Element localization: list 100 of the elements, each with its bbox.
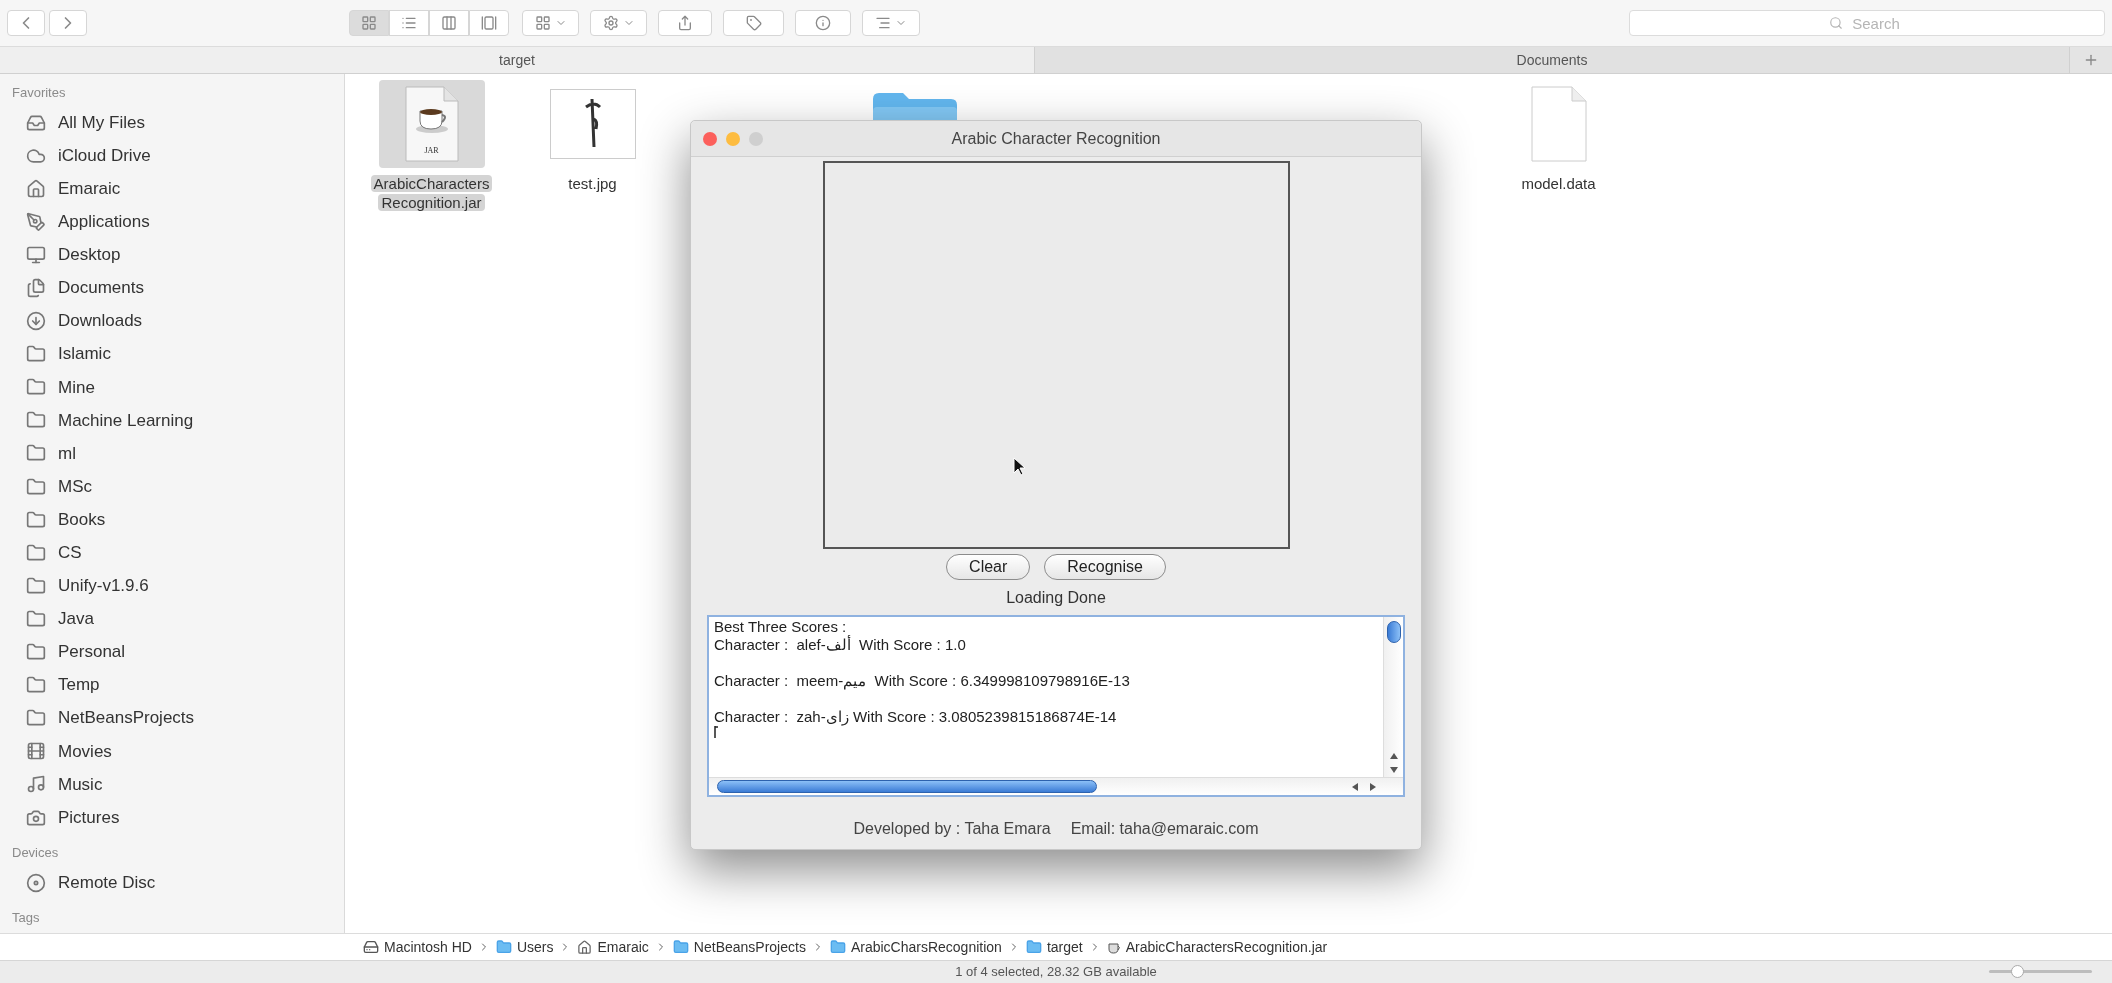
folder-icon	[26, 476, 46, 497]
sidebar-item[interactable]: NetBeansProjects	[0, 701, 344, 735]
tag-button[interactable]	[723, 10, 784, 36]
share-icon	[677, 15, 693, 31]
view-mode-button[interactable]	[469, 10, 509, 36]
plus-icon	[2083, 52, 2099, 68]
dialog-button[interactable]: Recognise	[1044, 554, 1166, 580]
folder-icon	[26, 608, 46, 629]
sidebar-heading: Favorites	[11, 84, 67, 103]
footer-text: Developed by : Taha Emara	[853, 819, 1051, 839]
sidebar-item[interactable]: Personal	[0, 635, 344, 669]
path-item[interactable]: Macintosh HD	[363, 936, 472, 958]
sidebar-item[interactable]: Java	[0, 602, 344, 636]
sidebar-item[interactable]: Books	[0, 503, 344, 537]
share-button[interactable]	[658, 10, 712, 36]
status-text: 1 of 4 selected, 28.32 GB available	[955, 963, 1157, 982]
dialog-button[interactable]: Clear	[946, 554, 1031, 580]
tab[interactable]: target	[0, 47, 1035, 73]
path-item[interactable]: Emaraic	[577, 936, 649, 958]
sidebar-item[interactable]: Temp	[0, 668, 344, 702]
home-icon	[577, 939, 593, 955]
folder-icon	[26, 675, 46, 696]
columns-view-icon	[441, 15, 457, 31]
folder-icon	[26, 443, 46, 464]
scroll-left-icon[interactable]	[1351, 781, 1359, 792]
hard-drive-icon	[363, 939, 379, 955]
sidebar-item[interactable]: CS	[0, 536, 344, 570]
file-name: test.jpg	[567, 174, 618, 193]
music-note-icon	[26, 774, 46, 795]
settings-icon	[602, 15, 619, 31]
search-field[interactable]: Search	[1629, 10, 2105, 36]
tag-icon	[745, 15, 762, 31]
sidebar-item[interactable]: Documents	[0, 271, 344, 305]
output-line: Character : meem-ميم With Score : 6.349998109798916E-13	[714, 672, 1131, 690]
sidebar-item[interactable]: Emaraic	[0, 172, 344, 206]
sidebar-heading: Tags	[11, 909, 41, 928]
path-item[interactable]: ArabicCharactersRecognition.jar	[1106, 936, 1328, 958]
gallery-view-icon	[481, 15, 497, 31]
film-icon	[26, 741, 46, 762]
info-button[interactable]	[795, 10, 851, 36]
sidebar-item[interactable]: Unify-v1.9.6	[0, 569, 344, 603]
path-item[interactable]: target	[1025, 936, 1083, 958]
folder-icon	[495, 939, 512, 955]
arrange-button[interactable]	[522, 10, 579, 36]
output-line: Best Three Scores :	[714, 618, 848, 635]
sidebar-heading: Devices	[11, 844, 60, 863]
action-button[interactable]	[590, 10, 647, 36]
back-button[interactable]	[7, 10, 45, 36]
grid-view-icon	[361, 15, 377, 31]
sidebar-item[interactable]: iCloud Drive	[0, 139, 344, 173]
scrollbar-thumb[interactable]	[717, 780, 1097, 793]
sidebar-item[interactable]: Movies	[0, 734, 344, 768]
horizontal-scrollbar[interactable]	[709, 777, 1403, 795]
sidebar-item[interactable]: Mine	[0, 370, 344, 404]
folder-icon	[829, 939, 846, 955]
window-title: Arabic Character Recognition	[951, 128, 1161, 149]
sidebar-item[interactable]: Downloads	[0, 304, 344, 338]
info-icon	[815, 15, 831, 31]
view-mode-button[interactable]	[349, 10, 389, 36]
sort-button[interactable]	[862, 10, 920, 36]
home-icon	[26, 178, 46, 199]
scrollbar-thumb[interactable]	[1386, 621, 1401, 643]
scroll-down-icon[interactable]	[1388, 766, 1399, 774]
slider-thumb[interactable]	[2010, 965, 2024, 978]
sidebar-item[interactable]: Music	[0, 767, 344, 801]
folder-icon	[26, 344, 46, 365]
search-icon	[1829, 16, 1843, 30]
output-line: Character : alef-ألف With Score : 1.0	[714, 636, 967, 654]
documents-icon	[26, 278, 46, 298]
sidebar-item[interactable]: Applications	[0, 205, 344, 239]
folder-icon	[26, 642, 46, 663]
path-item[interactable]: Users	[495, 936, 554, 958]
sidebar-item[interactable]: Machine Learning	[0, 403, 344, 437]
sidebar-item[interactable]: Pictures	[0, 800, 344, 835]
folder-icon	[1025, 939, 1042, 955]
sidebar-item[interactable]: Desktop	[0, 238, 344, 272]
sidebar-item[interactable]: MSc	[0, 470, 344, 504]
folder-icon	[26, 509, 46, 530]
close-window-button[interactable]	[703, 132, 717, 146]
scroll-right-icon[interactable]	[1369, 781, 1377, 792]
folder-icon	[672, 939, 689, 955]
sidebar-item[interactable]: Islamic	[0, 337, 344, 371]
vertical-scrollbar[interactable]	[1383, 617, 1403, 777]
folder-icon	[26, 410, 46, 431]
view-mode-button[interactable]	[429, 10, 469, 36]
folder-icon	[26, 708, 46, 729]
sidebar-item[interactable]: All My Files	[0, 106, 344, 140]
scroll-up-icon[interactable]	[1388, 752, 1399, 760]
sidebar-item[interactable]: ml	[0, 436, 344, 471]
file-icon-tile[interactable]: JAR	[378, 80, 485, 168]
forward-button[interactable]	[49, 10, 87, 36]
file-name: model.data	[1520, 174, 1597, 193]
output-line: Character : zah-زاى With Score : 3.0805239815186874E-14	[714, 708, 1118, 726]
pen-icon	[26, 211, 46, 232]
path-item[interactable]: NetBeansProjects	[672, 936, 806, 958]
view-mode-button[interactable]	[389, 10, 429, 36]
sidebar-item[interactable]: Remote Disc	[0, 866, 344, 900]
pointer-icon	[1012, 457, 1026, 476]
path-item[interactable]: ArabicCharsRecognition	[829, 936, 1002, 958]
file-type-label: JAR	[423, 145, 440, 157]
